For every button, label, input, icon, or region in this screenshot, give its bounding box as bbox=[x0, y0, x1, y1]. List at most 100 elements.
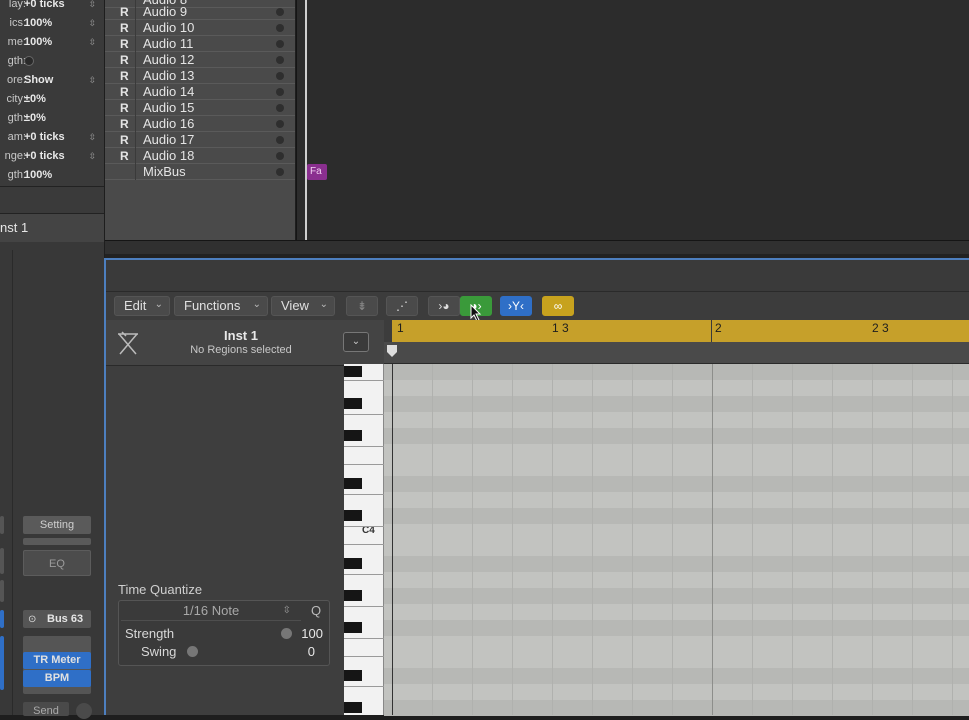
scroll-bar-area[interactable] bbox=[105, 240, 969, 254]
edit-menu-button[interactable]: Edit ⌄ bbox=[114, 296, 170, 316]
param-row[interactable]: nge: +0 ticks ⇳ bbox=[0, 147, 104, 166]
record-enable-button[interactable]: R bbox=[120, 20, 129, 36]
track-row[interactable]: R Audio 17 bbox=[105, 132, 295, 148]
playhead-marker-icon[interactable] bbox=[386, 344, 398, 358]
bar-ruler[interactable]: 1 1 3 2 2 3 bbox=[384, 320, 969, 342]
stepper-icon[interactable]: ⇳ bbox=[88, 14, 96, 33]
send-knob[interactable] bbox=[76, 703, 92, 719]
param-value[interactable]: 100% bbox=[24, 166, 52, 185]
black-key[interactable] bbox=[344, 702, 362, 713]
param-row[interactable]: ore: Show ⇳ bbox=[0, 71, 104, 90]
link-icon[interactable]: ∞ bbox=[542, 296, 574, 316]
quantize-value-select[interactable]: 1/16 Note ⇳ bbox=[121, 601, 301, 621]
send-label[interactable]: Send bbox=[23, 702, 69, 717]
param-value[interactable]: 100% bbox=[24, 33, 52, 52]
bus-send-button[interactable]: ⊙ Bus 63 bbox=[23, 610, 91, 628]
param-row[interactable]: gth: 100% bbox=[0, 166, 104, 185]
quantize-q-button[interactable]: Q bbox=[303, 601, 329, 621]
track-led-icon[interactable] bbox=[276, 56, 284, 64]
stepper-icon[interactable]: ⇳ bbox=[88, 147, 96, 166]
param-value[interactable]: +0 ticks bbox=[24, 147, 65, 166]
param-value[interactable]: +0 ticks bbox=[24, 0, 65, 14]
midi-in-icon[interactable]: ›◕ bbox=[428, 296, 460, 316]
param-row[interactable]: ics: 100% ⇳ bbox=[0, 14, 104, 33]
track-led-icon[interactable] bbox=[276, 24, 284, 32]
param-row[interactable]: lay: +0 ticks ⇳ bbox=[0, 0, 104, 14]
record-enable-button[interactable]: R bbox=[120, 52, 129, 68]
track-led-icon[interactable] bbox=[276, 120, 284, 128]
track-row[interactable]: R Audio 12 bbox=[105, 52, 295, 68]
setting-button[interactable]: Setting bbox=[23, 516, 91, 534]
automation-icon[interactable]: ⋰ bbox=[386, 296, 418, 316]
track-led-icon[interactable] bbox=[276, 72, 284, 80]
toggle-icon[interactable] bbox=[24, 56, 34, 66]
swing-slider-knob[interactable] bbox=[187, 646, 198, 657]
strength-value[interactable]: 100 bbox=[295, 626, 323, 641]
record-enable-button[interactable]: R bbox=[120, 4, 129, 20]
param-row[interactable]: city: ±0% bbox=[0, 90, 104, 109]
record-enable-button[interactable]: R bbox=[120, 84, 129, 100]
piano-keyboard[interactable]: C4 bbox=[344, 364, 384, 715]
track-row[interactable]: R Audio 10 bbox=[105, 20, 295, 36]
record-enable-button[interactable]: R bbox=[120, 132, 129, 148]
track-row[interactable]: R Audio 14 bbox=[105, 84, 295, 100]
track-row[interactable]: R Audio 9 bbox=[105, 4, 295, 20]
inspector-region-name[interactable]: nst 1 bbox=[0, 214, 104, 242]
track-row[interactable]: R Audio 16 bbox=[105, 116, 295, 132]
param-value[interactable]: Show bbox=[24, 71, 53, 90]
plugin-trmeter[interactable]: TR Meter bbox=[23, 652, 91, 669]
record-enable-button[interactable]: R bbox=[120, 116, 129, 132]
record-enable-button[interactable]: R bbox=[120, 148, 129, 164]
param-value[interactable]: ±0% bbox=[24, 90, 46, 109]
functions-menu-button[interactable]: Functions ⌄ bbox=[174, 296, 268, 316]
collapse-icon[interactable]: ⇟ bbox=[346, 296, 378, 316]
plugin-bpm[interactable]: BPM bbox=[23, 670, 91, 687]
param-row[interactable]: me: 100% ⇳ bbox=[0, 33, 104, 52]
track-row[interactable]: R Audio 13 bbox=[105, 68, 295, 84]
view-menu-button[interactable]: View ⌄ bbox=[271, 296, 335, 316]
record-enable-button[interactable]: R bbox=[120, 100, 129, 116]
stepper-icon[interactable]: ⇳ bbox=[88, 128, 96, 147]
black-key[interactable] bbox=[344, 398, 362, 409]
track-row[interactable]: R Audio 11 bbox=[105, 36, 295, 52]
track-led-icon[interactable] bbox=[276, 168, 284, 176]
record-enable-button[interactable]: R bbox=[120, 68, 129, 84]
black-key[interactable] bbox=[344, 590, 362, 601]
expand-button[interactable]: ⌄ bbox=[343, 332, 369, 352]
track-led-icon[interactable] bbox=[276, 40, 284, 48]
playhead[interactable] bbox=[305, 0, 307, 240]
black-key[interactable] bbox=[344, 510, 362, 521]
track-led-icon[interactable] bbox=[276, 8, 284, 16]
param-row[interactable]: am: +0 ticks ⇳ bbox=[0, 128, 104, 147]
swing-value[interactable]: 0 bbox=[295, 644, 315, 659]
arrange-area[interactable]: Fa bbox=[296, 0, 969, 240]
param-row[interactable]: gth: ±0% bbox=[0, 109, 104, 128]
strength-slider-knob[interactable] bbox=[281, 628, 292, 639]
stepper-icon[interactable]: ⇳ bbox=[88, 0, 96, 14]
param-value[interactable]: ±0% bbox=[24, 109, 46, 128]
black-key[interactable] bbox=[344, 366, 362, 377]
black-key[interactable] bbox=[344, 622, 362, 633]
stepper-icon[interactable]: ⇳ bbox=[88, 33, 96, 52]
stepper-icon[interactable]: ⇳ bbox=[88, 71, 96, 90]
track-led-icon[interactable] bbox=[276, 152, 284, 160]
catch-icon[interactable]: ›Y‹ bbox=[500, 296, 532, 316]
record-enable-button[interactable]: R bbox=[120, 36, 129, 52]
param-value[interactable]: +0 ticks bbox=[24, 128, 65, 147]
black-key[interactable] bbox=[344, 558, 362, 569]
left-strip-slot[interactable] bbox=[0, 548, 4, 574]
track-led-icon[interactable] bbox=[276, 88, 284, 96]
slot[interactable] bbox=[23, 538, 91, 545]
track-led-icon[interactable] bbox=[276, 136, 284, 144]
param-row[interactable]: gth: bbox=[0, 52, 104, 71]
left-strip-slot[interactable] bbox=[0, 636, 4, 690]
param-value[interactable]: 100% bbox=[24, 14, 52, 33]
left-strip-slot[interactable] bbox=[0, 610, 4, 628]
eq-button[interactable]: EQ bbox=[23, 550, 91, 576]
track-row[interactable]: MixBus bbox=[105, 164, 295, 180]
marker-lane[interactable] bbox=[384, 342, 969, 364]
mixbus-region[interactable]: Fa bbox=[307, 164, 327, 180]
black-key[interactable] bbox=[344, 670, 362, 681]
track-led-icon[interactable] bbox=[276, 104, 284, 112]
black-key[interactable] bbox=[344, 478, 362, 489]
